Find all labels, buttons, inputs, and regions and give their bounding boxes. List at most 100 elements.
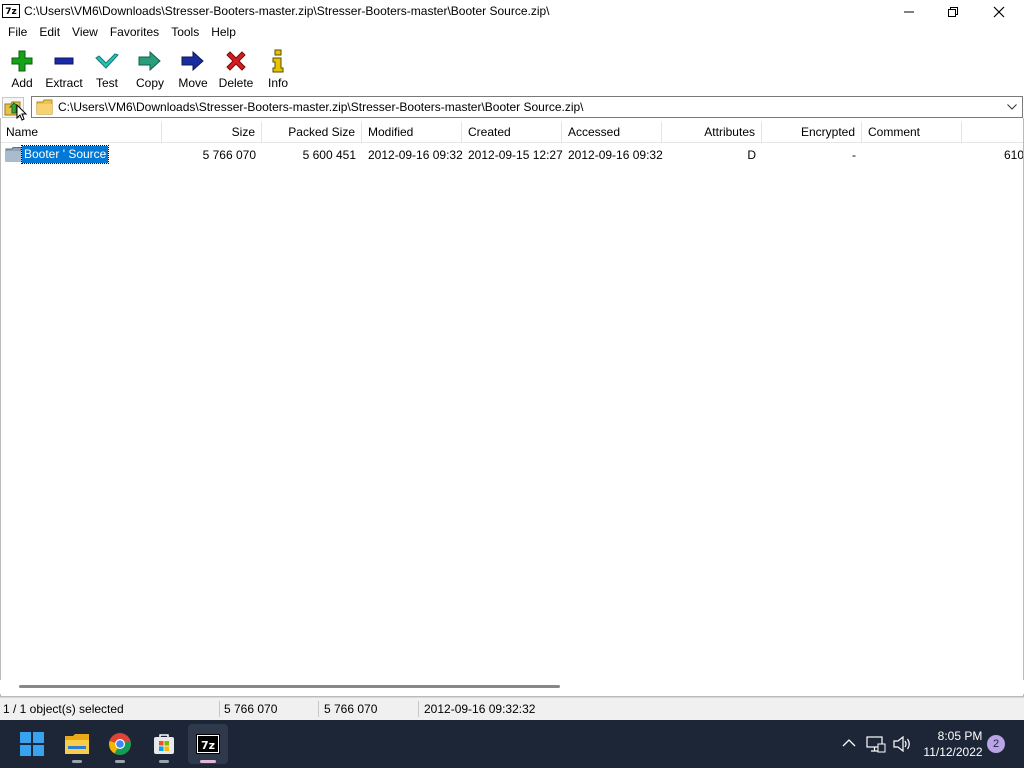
running-indicator [115, 760, 125, 763]
column-attributes[interactable]: Attributes [662, 122, 762, 142]
address-bar[interactable]: C:\Users\VM6\Downloads\Stresser-Booters-… [31, 96, 1023, 118]
test-label: Test [95, 76, 118, 90]
status-selection: 1 / 1 object(s) selected [3, 702, 124, 716]
menu-file[interactable]: File [0, 23, 33, 42]
clock-date[interactable]: 11/12/2022 [918, 745, 988, 759]
file-size: 5 766 070 [202, 148, 256, 162]
file-extra: 610 [1004, 148, 1024, 162]
minimize-button[interactable] [886, 0, 932, 23]
menu-favorites[interactable]: Favorites [104, 23, 165, 42]
status-size: 5 766 070 [224, 702, 278, 716]
horizontal-scrollbar[interactable] [0, 680, 1024, 694]
window-title: C:\Users\VM6\Downloads\Stresser-Booters-… [24, 4, 550, 18]
file-modified: 2012-09-16 09:32 [368, 148, 463, 162]
menu-tools[interactable]: Tools [165, 23, 205, 42]
status-packed: 5 766 070 [324, 702, 378, 716]
info-icon [266, 48, 290, 74]
running-indicator [72, 760, 82, 763]
info-label: Info [267, 76, 288, 90]
copy-arrow-icon [138, 48, 162, 74]
status-modified: 2012-09-16 09:32:32 [424, 702, 536, 716]
column-packed-size[interactable]: Packed Size [262, 122, 362, 142]
status-divider [219, 701, 220, 717]
chrome-icon [109, 733, 131, 755]
menu-edit[interactable]: Edit [33, 23, 66, 42]
menu-bar: File Edit View Favorites Tools Help [0, 23, 1024, 42]
column-size[interactable]: Size [162, 122, 262, 142]
column-header: Name Size Packed Size Modified Created A… [0, 122, 1024, 143]
7zip-app-icon: 7z [2, 4, 20, 18]
file-encrypted: - [852, 148, 856, 162]
running-indicator [159, 760, 169, 763]
column-accessed[interactable]: Accessed [562, 122, 662, 142]
start-icon [20, 732, 44, 756]
delete-label: Delete [218, 76, 254, 90]
column-name[interactable]: Name [0, 122, 162, 142]
minus-icon [52, 48, 76, 74]
7zip-icon: 7z [196, 734, 220, 754]
mouse-cursor-icon [16, 104, 28, 121]
file-explorer-icon [65, 734, 89, 754]
taskbar: 7z [0, 720, 1024, 768]
file-name[interactable]: Booter ' Source [20, 145, 110, 164]
file-accessed: 2012-09-16 09:32 [568, 148, 663, 162]
folder-icon [36, 99, 53, 115]
table-row[interactable]: Booter ' Source 5 766 070 5 600 451 2012… [0, 145, 1024, 165]
status-divider [418, 701, 419, 717]
status-bar: 1 / 1 object(s) selected 5 766 070 5 766… [0, 697, 1024, 720]
delete-x-icon [224, 48, 248, 74]
chrome-taskbar-button[interactable] [100, 724, 140, 764]
store-taskbar-button[interactable] [144, 724, 184, 764]
info-button[interactable]: Info [256, 44, 300, 90]
add-button[interactable]: Add [0, 44, 44, 90]
file-explorer-taskbar-button[interactable] [57, 724, 97, 764]
column-modified[interactable]: Modified [362, 122, 462, 142]
start-button[interactable] [12, 724, 52, 764]
move-label: Move [178, 76, 208, 90]
store-icon [154, 734, 174, 754]
scrollbar-thumb[interactable] [19, 685, 560, 688]
address-path: C:\Users\VM6\Downloads\Stresser-Booters-… [58, 100, 584, 114]
address-row: C:\Users\VM6\Downloads\Stresser-Booters-… [0, 96, 1024, 121]
chevron-up-icon[interactable] [842, 738, 856, 748]
column-encrypted[interactable]: Encrypted [762, 122, 862, 142]
7zip-taskbar-button[interactable]: 7z [188, 724, 228, 764]
file-created: 2012-09-15 12:27 [468, 148, 563, 162]
plus-icon [10, 48, 34, 74]
list-view-border [0, 118, 1024, 697]
column-extra[interactable] [962, 122, 1024, 142]
chevron-down-icon[interactable] [1007, 104, 1017, 110]
network-icon[interactable] [866, 735, 886, 753]
delete-button[interactable]: Delete [214, 44, 258, 90]
extract-label: Extract [45, 76, 83, 90]
extract-button[interactable]: Extract [42, 44, 86, 90]
test-button[interactable]: Test [85, 44, 129, 90]
menu-view[interactable]: View [66, 23, 104, 42]
copy-label: Copy [135, 76, 164, 90]
notification-badge[interactable]: 2 [987, 735, 1005, 753]
column-created[interactable]: Created [462, 122, 562, 142]
svg-text:7z: 7z [201, 739, 215, 752]
copy-button[interactable]: Copy [128, 44, 172, 90]
check-icon [95, 48, 119, 74]
status-divider [318, 701, 319, 717]
menu-help[interactable]: Help [205, 23, 242, 42]
move-arrow-icon [181, 48, 205, 74]
add-label: Add [11, 76, 33, 90]
minimize-icon [904, 11, 914, 12]
file-packed-size: 5 600 451 [302, 148, 356, 162]
close-icon [993, 6, 1005, 17]
file-attributes: D [747, 148, 756, 162]
move-button[interactable]: Move [171, 44, 215, 90]
clock-time[interactable]: 8:05 PM [930, 729, 990, 743]
restore-icon [948, 6, 958, 17]
close-button[interactable] [976, 0, 1022, 23]
toolbar: Add Extract Test Copy Move Delete Info [0, 44, 1024, 92]
column-comment[interactable]: Comment [862, 122, 962, 142]
file-comment [862, 145, 962, 165]
restore-button[interactable] [930, 0, 976, 23]
folder-icon [5, 147, 22, 162]
title-bar: 7z C:\Users\VM6\Downloads\Stresser-Boote… [0, 0, 1024, 23]
active-indicator [200, 760, 216, 763]
volume-icon[interactable] [892, 735, 912, 753]
